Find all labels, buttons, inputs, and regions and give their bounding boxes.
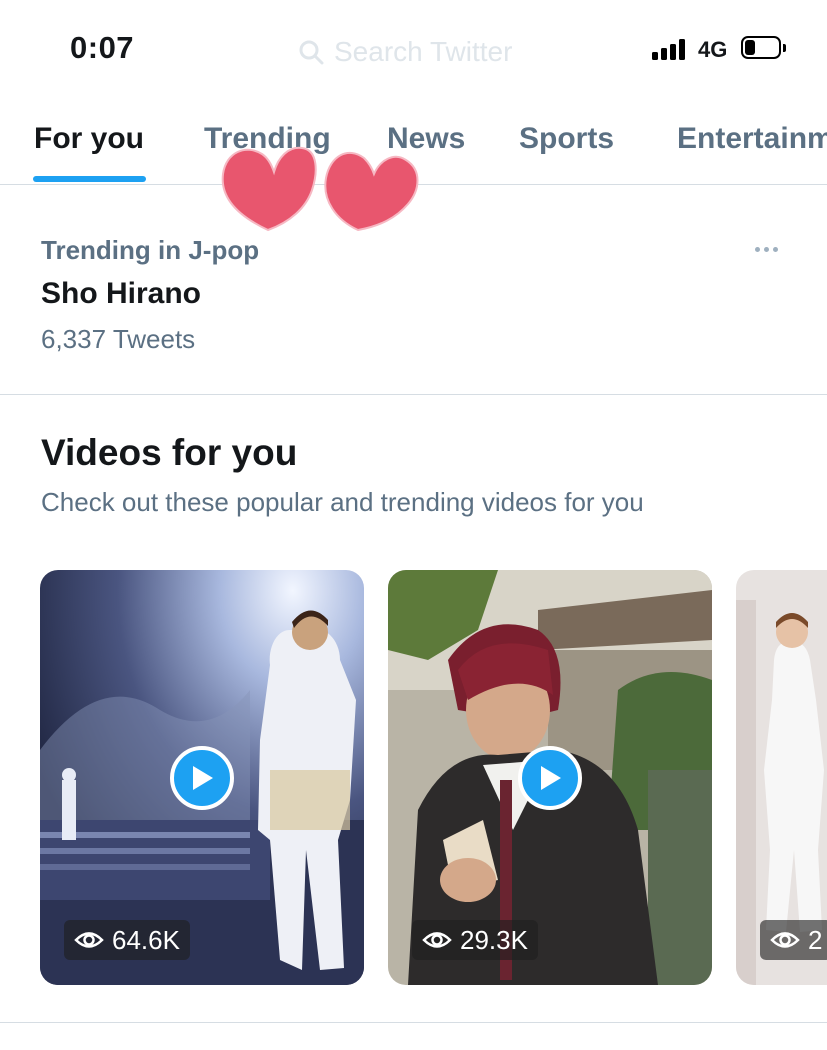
more-options-icon[interactable]	[755, 247, 778, 252]
status-bar: 0:07 Search Twitter 4G	[0, 0, 827, 100]
trend-item[interactable]: Trending in J-pop Sho Hirano 6,337 Tweet…	[0, 185, 827, 395]
divider	[0, 1022, 827, 1023]
video-card[interactable]: 2	[736, 570, 827, 985]
section-subtitle: Check out these popular and trending vid…	[41, 487, 644, 517]
network-type: 4G	[698, 37, 728, 62]
active-tab-indicator	[33, 176, 146, 182]
play-icon	[193, 766, 213, 790]
trend-context: Trending in J-pop	[41, 235, 260, 265]
play-button[interactable]	[170, 746, 234, 810]
view-count-badge: 2	[760, 920, 827, 960]
view-count: 2	[808, 924, 823, 955]
battery-icon	[741, 36, 787, 61]
section-title: Videos for you	[41, 432, 298, 473]
video-card[interactable]: 64.6K	[40, 570, 364, 985]
eye-icon	[422, 932, 452, 948]
eye-icon	[770, 932, 800, 948]
trend-name: Sho Hirano	[41, 277, 202, 310]
status-time: 0:07	[70, 30, 135, 65]
play-button[interactable]	[518, 746, 582, 810]
tab-entertainment[interactable]: Entertainment	[677, 122, 827, 156]
eye-icon	[74, 932, 104, 948]
video-card[interactable]: 29.3K	[388, 570, 712, 985]
search-icon	[299, 40, 324, 65]
view-count-badge: 29.3K	[412, 920, 538, 960]
view-count-badge: 64.6K	[64, 920, 190, 960]
tab-for-you[interactable]: For you	[34, 122, 144, 156]
video-carousel: 64.6K 29.3K 2	[0, 570, 827, 985]
search-placeholder: Search Twitter	[334, 36, 513, 67]
tab-sports[interactable]: Sports	[519, 122, 614, 156]
cellular-signal-icon	[652, 38, 690, 60]
play-icon	[541, 766, 561, 790]
trend-tweet-count: 6,337 Tweets	[41, 324, 196, 354]
search-bar[interactable]: Search Twitter	[298, 36, 512, 68]
view-count: 29.3K	[460, 924, 528, 955]
view-count: 64.6K	[112, 924, 180, 955]
